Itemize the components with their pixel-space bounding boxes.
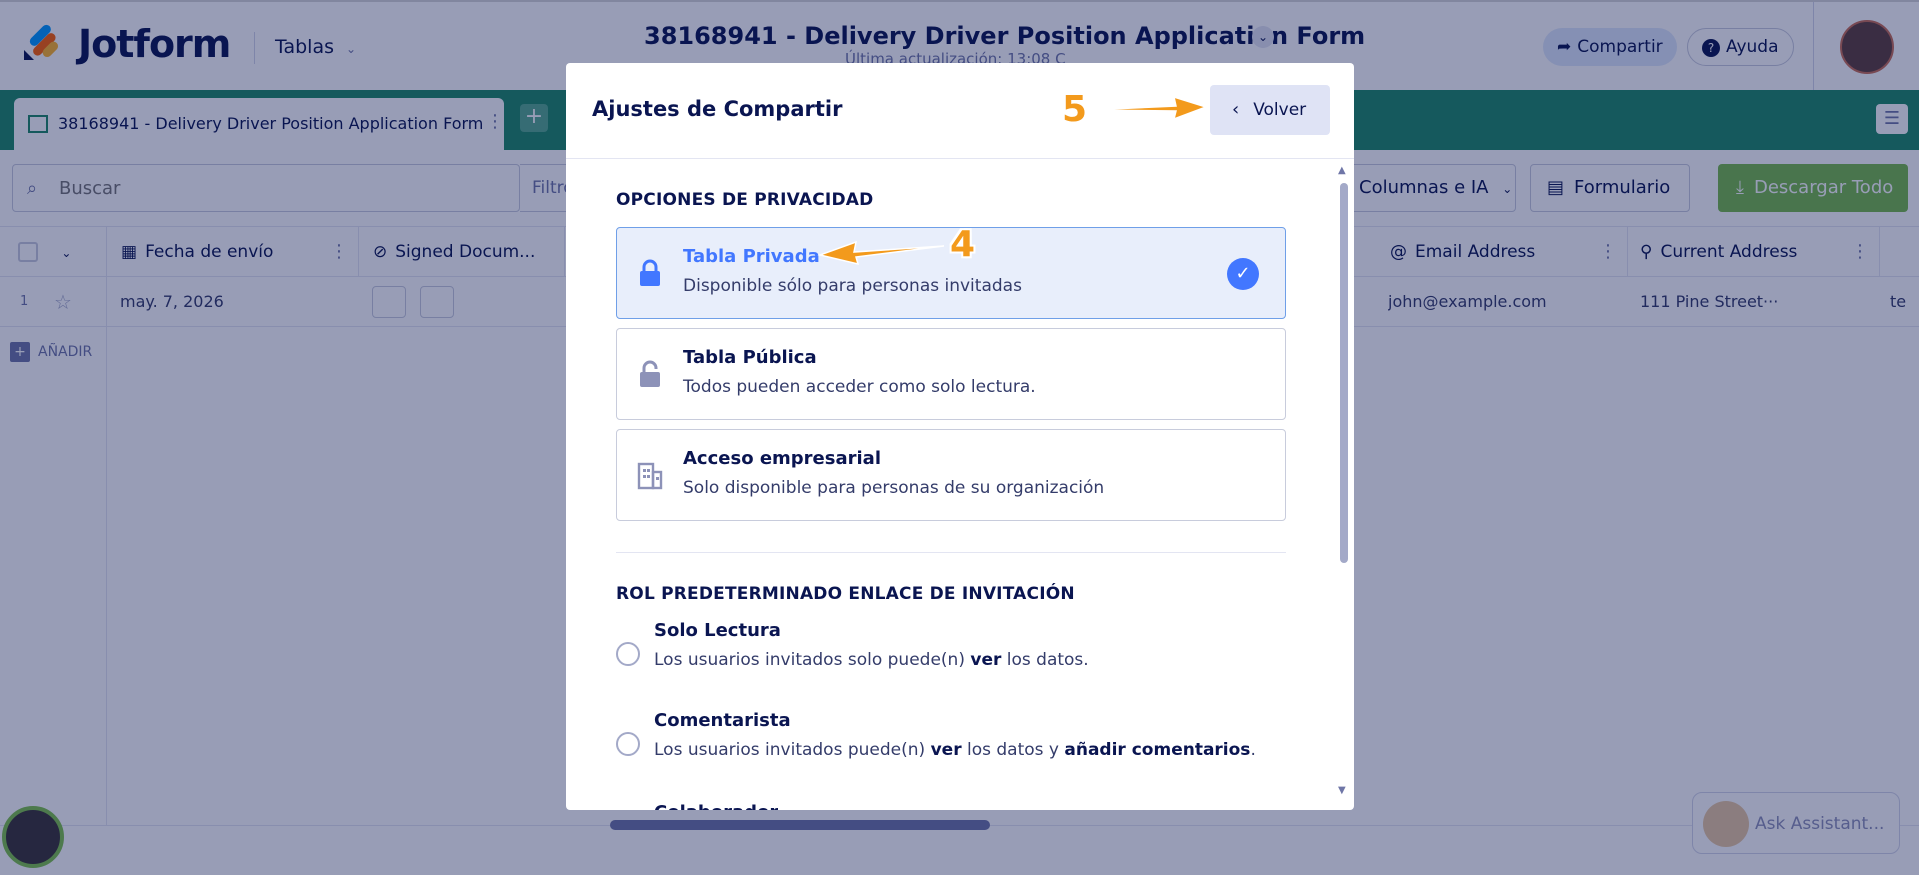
role-option-commenter[interactable]: Comentarista Los usuarios invitados pued… [616, 710, 1316, 776]
back-button[interactable]: ‹ Volver [1210, 85, 1330, 135]
modal-title: Ajustes de Compartir [592, 97, 843, 121]
privacy-section-title: OPCIONES DE PRIVACIDAD [616, 190, 874, 210]
unlock-icon [640, 360, 660, 387]
scrollbar-thumb[interactable] [1340, 183, 1348, 563]
modal-body: OPCIONES DE PRIVACIDAD Tabla Privada Dis… [566, 160, 1354, 810]
scroll-down-icon[interactable]: ▼ [1338, 785, 1346, 796]
scroll-up-icon[interactable]: ▲ [1338, 165, 1346, 176]
role-desc-part: los datos. [1001, 650, 1089, 670]
back-label: Volver [1253, 100, 1307, 120]
role-desc-part: Los usuarios invitados solo puede(n) [654, 650, 971, 670]
annotation-arrow-icon [817, 240, 945, 266]
role-desc-bold: ver [970, 650, 1002, 670]
annotation-arrow-icon [1089, 95, 1208, 121]
role-desc-bold: ver [930, 740, 962, 760]
role-option-read-only[interactable]: Solo Lectura Los usuarios invitados solo… [616, 620, 1316, 686]
radio-button[interactable] [616, 732, 640, 756]
role-title: Comentarista [654, 710, 791, 731]
role-section-title: ROL PREDETERMINADO ENLACE DE INVITACIÓN [616, 584, 1075, 604]
option-description: Todos pueden acceder como solo lectura. [683, 377, 1036, 397]
privacy-option-enterprise[interactable]: Acceso empresarial Solo disponible para … [616, 429, 1286, 521]
share-settings-modal: Ajustes de Compartir ‹ Volver 5 OPCIONES … [566, 63, 1354, 810]
option-title: Tabla Privada [683, 246, 820, 267]
role-title: Solo Lectura [654, 620, 781, 641]
privacy-option-public[interactable]: Tabla Pública Todos pueden acceder como … [616, 328, 1286, 420]
role-desc-bold: añadir comentarios [1064, 740, 1251, 760]
radio-button[interactable] [616, 642, 640, 666]
role-description: Los usuarios invitados solo puede(n) ver… [654, 650, 1089, 670]
lock-icon [640, 259, 660, 286]
section-divider [616, 552, 1286, 553]
option-title: Tabla Pública [683, 347, 817, 368]
building-icon [637, 462, 663, 490]
annotation-step-number: 5 [1062, 89, 1088, 130]
modal-header: Ajustes de Compartir ‹ Volver 5 [566, 63, 1354, 159]
option-title: Acceso empresarial [683, 448, 881, 469]
role-desc-part: los datos y [961, 740, 1065, 760]
annotation-step-number: 4 [950, 224, 976, 265]
role-desc-part: Los usuarios invitados puede(n) [654, 740, 931, 760]
option-description: Disponible sólo para personas invitadas [683, 276, 1022, 296]
checkmark-icon: ✓ [1227, 258, 1259, 290]
vertical-scrollbar[interactable]: ▲ ▼ [1338, 165, 1350, 805]
option-description: Solo disponible para personas de su orga… [683, 478, 1105, 498]
role-desc-part: . [1250, 740, 1256, 760]
role-description: Los usuarios invitados puede(n) ver los … [654, 740, 1256, 760]
role-title-cut-off: Colaborador [654, 802, 778, 810]
chevron-left-icon: ‹ [1232, 99, 1240, 120]
